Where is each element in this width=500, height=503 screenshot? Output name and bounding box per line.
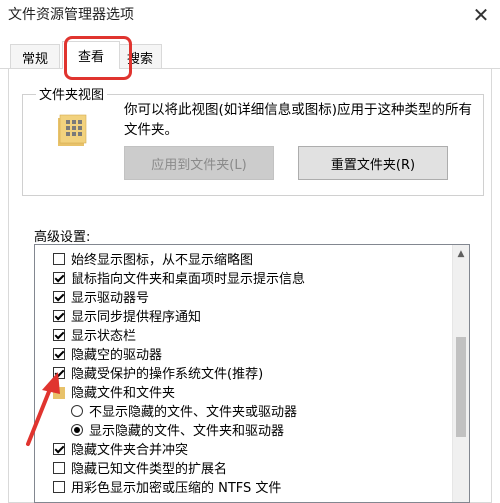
apply-to-folders-button[interactable]: 应用到文件夹(L)	[124, 146, 274, 180]
radio-button[interactable]	[71, 404, 83, 417]
list-item[interactable]: 鼠标指向文件夹和桌面项时显示提示信息	[53, 268, 305, 287]
checkbox[interactable]	[53, 480, 65, 493]
checkbox[interactable]	[53, 271, 65, 284]
checkbox[interactable]	[53, 290, 65, 303]
scroll-up-icon[interactable]: ▲	[453, 245, 469, 262]
checkbox[interactable]	[53, 252, 65, 265]
checkbox[interactable]	[53, 347, 65, 360]
folder-views-title: 文件夹视图	[36, 84, 108, 103]
annotation-highlight-box	[64, 36, 132, 80]
folder-view-icon	[58, 114, 87, 146]
checkbox[interactable]	[53, 461, 65, 474]
list-item[interactable]: 隐藏已知文件类型的扩展名	[53, 458, 227, 477]
list-item[interactable]: 显示驱动器号	[53, 287, 149, 306]
folder-views-description: 你可以将此视图(如详细信息或图标)应用于这种类型的所有文件夹。	[124, 102, 473, 138]
list-item[interactable]: 隐藏受保护的操作系统文件(推荐)	[53, 363, 263, 382]
list-item[interactable]: 不显示隐藏的文件、文件夹或驱动器	[71, 401, 297, 420]
list-item[interactable]: 显示同步提供程序通知	[53, 306, 201, 325]
tab-general[interactable]: 常规	[10, 44, 60, 69]
list-item[interactable]: 隐藏空的驱动器	[53, 344, 162, 363]
list-item[interactable]: 隐藏文件夹合并冲突	[53, 439, 188, 458]
list-item[interactable]: 用彩色显示加密或压缩的 NTFS 文件	[53, 477, 281, 496]
annotation-arrow-icon	[26, 372, 60, 446]
scrollbar-thumb[interactable]	[456, 337, 466, 437]
close-button[interactable]: ✕	[462, 0, 500, 30]
list-item[interactable]: 显示隐藏的文件、文件夹和驱动器	[71, 420, 284, 439]
close-icon: ✕	[472, 3, 490, 27]
advanced-settings-label: 高级设置:	[34, 230, 91, 245]
list-item[interactable]: 始终显示图标，从不显示缩略图	[53, 249, 253, 268]
list-item[interactable]: 显示状态栏	[53, 325, 136, 344]
list-item: 隐藏文件和文件夹	[53, 382, 175, 401]
checkbox[interactable]	[53, 309, 65, 322]
radio-button[interactable]	[71, 423, 83, 436]
scrollbar[interactable]: ▲	[452, 245, 469, 502]
window-title: 文件资源管理器选项	[8, 7, 134, 23]
advanced-settings-list[interactable]: ▲ 始终显示图标，从不显示缩略图 鼠标指向文件夹和桌面项时显示提示信息 显示驱动…	[34, 244, 470, 503]
checkbox[interactable]	[53, 328, 65, 341]
reset-folders-button[interactable]: 重置文件夹(R)	[298, 146, 448, 180]
